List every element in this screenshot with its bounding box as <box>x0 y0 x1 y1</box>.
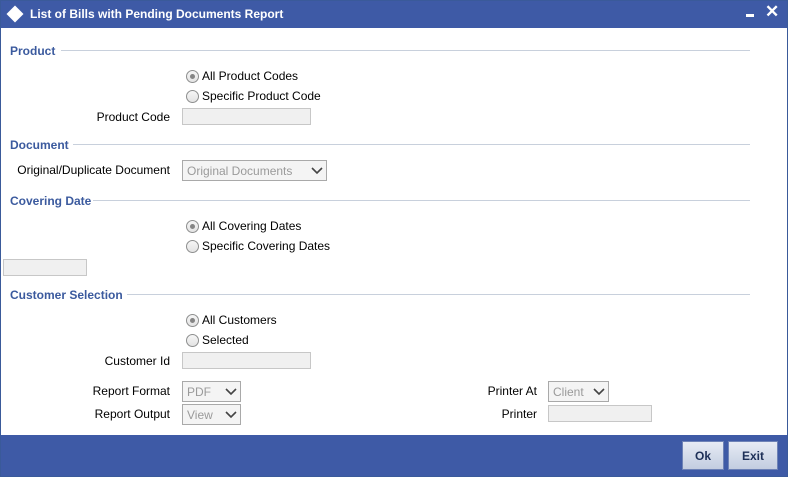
ok-button[interactable]: Ok <box>682 441 724 470</box>
product-code-label: Product Code <box>96 110 170 124</box>
printer-label: Printer <box>501 407 537 421</box>
customer-id-label: Customer Id <box>104 354 170 368</box>
close-icon[interactable]: ✕ <box>765 3 779 20</box>
printer-input[interactable] <box>548 405 652 422</box>
document-type-select[interactable]: Original Documents <box>182 160 327 181</box>
report-window: List of Bills with Pending Documents Rep… <box>0 0 788 477</box>
section-title-document: Document <box>10 138 69 152</box>
radio-label: All Covering Dates <box>202 219 302 233</box>
title-bar[interactable]: List of Bills with Pending Documents Rep… <box>1 1 787 28</box>
report-output-select[interactable]: View <box>182 404 241 425</box>
report-output-label: Report Output <box>94 407 170 421</box>
radio-button[interactable] <box>186 89 199 103</box>
radio-button[interactable] <box>186 333 199 347</box>
minimize-icon[interactable] <box>746 14 754 17</box>
radio-all-covering-dates[interactable]: All Covering Dates <box>186 219 301 233</box>
document-type-label: Original/Duplicate Document <box>17 163 170 177</box>
radio-all-product-codes[interactable]: All Product Codes <box>186 69 298 83</box>
printer-at-select[interactable]: Client <box>548 381 609 402</box>
chevron-down-icon[interactable] <box>308 161 326 180</box>
chevron-down-icon[interactable] <box>590 382 608 401</box>
section-title-covering-date: Covering Date <box>10 194 92 208</box>
window-title: List of Bills with Pending Documents Rep… <box>30 7 284 21</box>
select-value: Original Documents <box>187 163 293 178</box>
section-title-product: Product <box>10 44 56 58</box>
radio-selected-customers[interactable]: Selected <box>186 333 249 347</box>
section-title-customer-selection: Customer Selection <box>10 288 123 302</box>
select-value: Client <box>553 384 584 399</box>
radio-button[interactable] <box>186 239 199 253</box>
radio-label: Specific Covering Dates <box>202 239 331 253</box>
radio-label: Specific Product Code <box>202 89 321 103</box>
select-value: PDF <box>187 384 211 399</box>
chevron-down-icon[interactable] <box>222 405 240 424</box>
product-code-input[interactable] <box>182 108 311 125</box>
report-format-label: Report Format <box>92 384 170 398</box>
customer-id-input[interactable] <box>182 352 311 369</box>
section-divider <box>73 144 750 145</box>
select-value: View <box>187 407 213 422</box>
footer-bar <box>1 435 787 476</box>
section-divider <box>61 50 750 51</box>
radio-button[interactable] <box>186 219 199 233</box>
report-format-select[interactable]: PDF <box>182 381 241 402</box>
radio-button[interactable] <box>186 313 199 327</box>
printer-at-label: Printer At <box>487 384 537 398</box>
chevron-down-icon[interactable] <box>222 382 240 401</box>
radio-specific-covering-dates[interactable]: Specific Covering Dates <box>186 239 330 253</box>
section-divider <box>127 294 750 295</box>
radio-label: Selected <box>202 333 249 347</box>
radio-specific-product-code[interactable]: Specific Product Code <box>186 89 321 103</box>
diamond-icon <box>6 5 24 23</box>
radio-all-customers[interactable]: All Customers <box>186 313 277 327</box>
radio-label: All Product Codes <box>202 69 299 83</box>
radio-label: All Customers <box>202 313 277 327</box>
section-divider <box>93 200 750 201</box>
covering-date-input[interactable] <box>3 259 87 276</box>
radio-button[interactable] <box>186 69 199 83</box>
exit-button[interactable]: Exit <box>728 441 778 470</box>
